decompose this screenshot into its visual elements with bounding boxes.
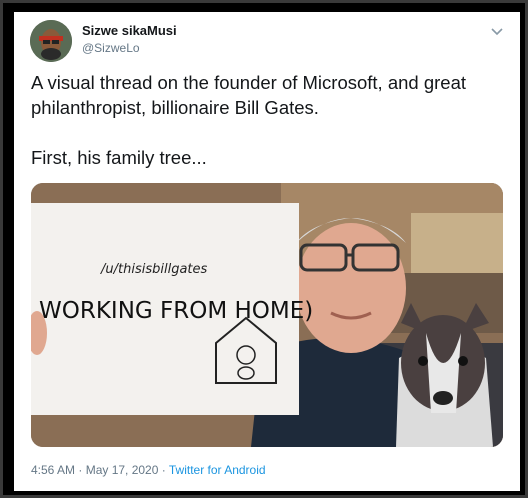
tweet-text: A visual thread on the founder of Micros… [31,70,501,170]
chevron-down-icon[interactable] [488,22,506,40]
tweet-photo[interactable]: /u/thisisbillgates WORKING FROM HOME) [31,183,503,447]
screenshot-frame: Sizwe sikaMusi @SizweLo A visual thread … [3,3,525,495]
tweet-card: Sizwe sikaMusi @SizweLo A visual thread … [14,12,520,491]
meta-separator: · [158,463,169,477]
avatar[interactable] [30,20,72,62]
tweet-source-link[interactable]: Twitter for Android [169,463,266,477]
tweet-timestamp[interactable]: 4:56 AM · May 17, 2020 [31,463,158,477]
author-display-name[interactable]: Sizwe sikaMusi [82,23,177,38]
tweet-text-line2: First, his family tree... [31,147,207,168]
sign-big-text: WORKING FROM HOME) [39,298,313,324]
tweet-text-line1: A visual thread on the founder of Micros… [31,72,467,118]
sign-small-text: /u/thisisbillgates [100,262,208,277]
author-handle[interactable]: @SizweLo [82,41,140,55]
tweet-meta: 4:56 AM · May 17, 2020 · Twitter for And… [31,463,266,477]
